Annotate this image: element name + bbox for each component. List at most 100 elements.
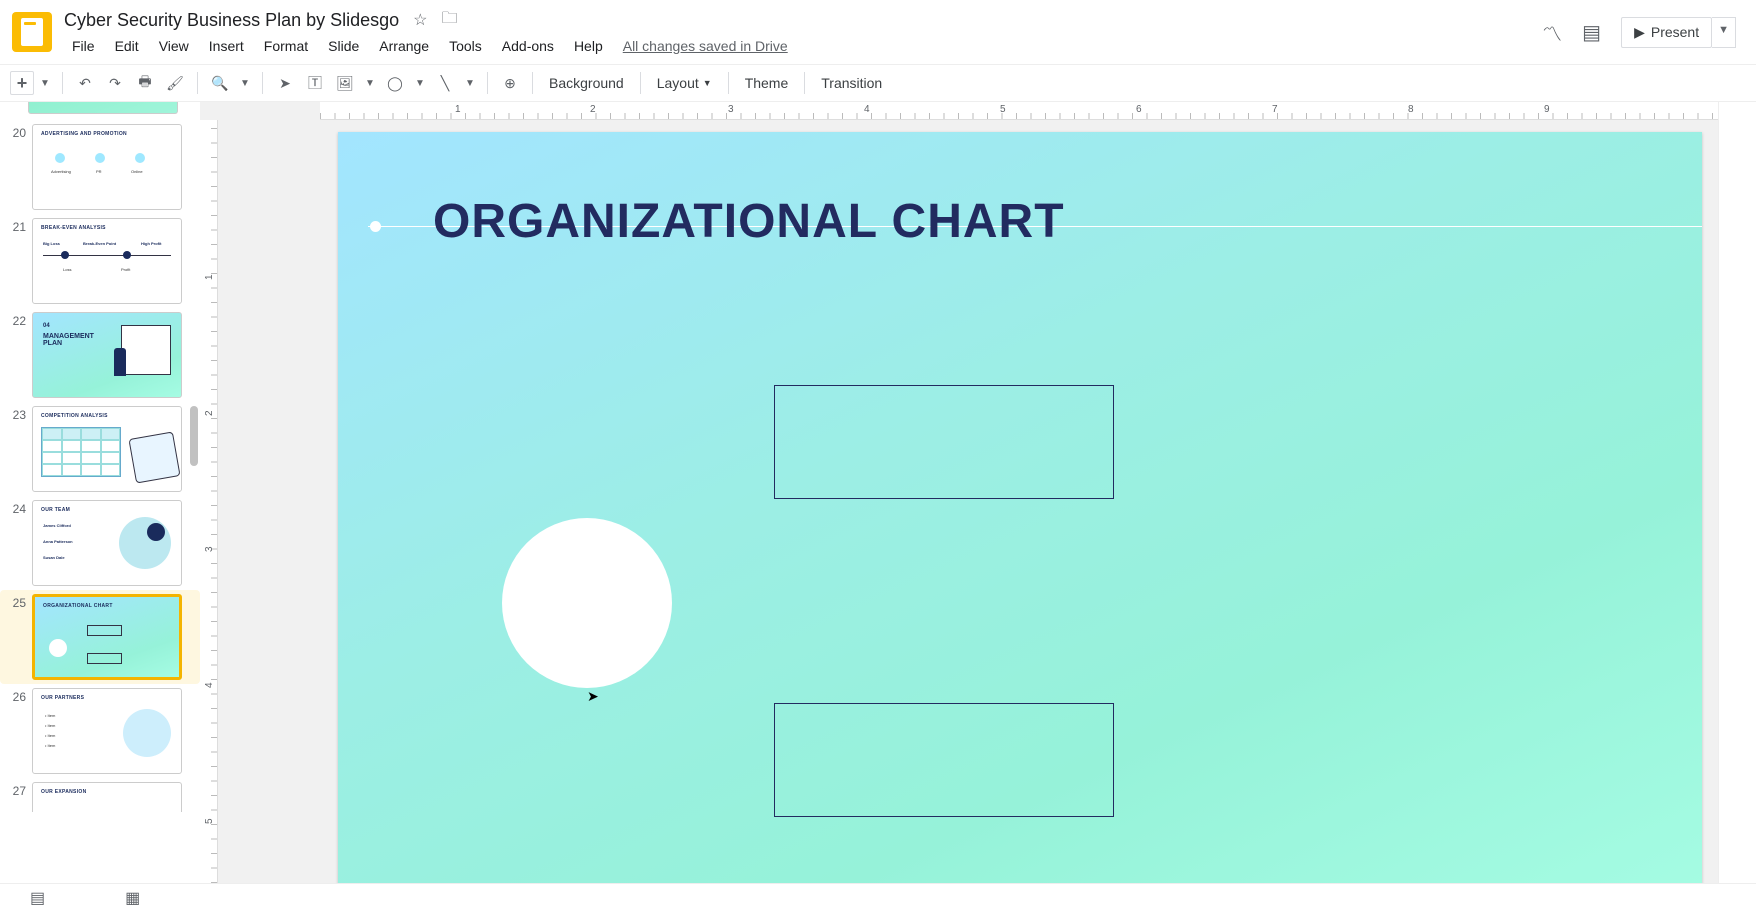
line-dropdown[interactable]: ▼ bbox=[461, 78, 479, 89]
paint-format-button[interactable]: 🖌 bbox=[161, 69, 189, 97]
slide-thumbnail-partial[interactable] bbox=[28, 102, 178, 114]
slide-canvas[interactable]: ORGANIZATIONAL CHART ➤ bbox=[338, 132, 1702, 883]
thumb-preview: OUR PARTNERS • Item • Item • Item • Item bbox=[32, 688, 182, 774]
slide-canvas-area[interactable]: 1 2 3 4 5 6 7 8 9 1 2 3 4 5 ORGANIZATION… bbox=[200, 102, 1718, 883]
thumb-preview: 04 MANAGEMENT PLAN bbox=[32, 312, 182, 398]
slide-thumbnail-26[interactable]: 26 OUR PARTNERS • Item • Item • Item • I… bbox=[0, 684, 200, 778]
theme-button[interactable]: Theme bbox=[737, 71, 797, 95]
slide-filmstrip[interactable]: 20 ADVERTISING AND PROMOTION Advertising… bbox=[0, 102, 200, 883]
menu-addons[interactable]: Add-ons bbox=[494, 36, 562, 56]
vertical-ruler: 1 2 3 4 5 bbox=[200, 120, 218, 883]
thumb-title: BREAK-EVEN ANALYSIS bbox=[41, 225, 106, 231]
comment-button[interactable]: ⊕ bbox=[496, 69, 524, 97]
background-button[interactable]: Background bbox=[541, 71, 632, 95]
menu-arrange[interactable]: Arrange bbox=[371, 36, 437, 56]
separator bbox=[804, 72, 805, 94]
slide-title[interactable]: ORGANIZATIONAL CHART bbox=[433, 194, 1065, 249]
filmstrip-view-icon[interactable]: ▤ bbox=[30, 888, 45, 908]
grid-view-icon[interactable]: ▦ bbox=[125, 888, 140, 908]
zoom-dropdown[interactable]: ▼ bbox=[236, 78, 254, 89]
header-right: 〽 ▤ ▶ Present ▼ bbox=[1542, 17, 1736, 48]
menu-view[interactable]: View bbox=[151, 36, 197, 56]
slide-thumbnail-27[interactable]: 27 OUR EXPANSION bbox=[0, 778, 200, 816]
slide-thumbnail-21[interactable]: 21 BREAK-EVEN ANALYSIS Big Loss Break-Ev… bbox=[0, 214, 200, 308]
thumb-number: 20 bbox=[4, 124, 26, 140]
thumb-number: 26 bbox=[4, 688, 26, 704]
textbox-tool[interactable]: 🅃 bbox=[301, 69, 329, 97]
image-dropdown[interactable]: ▼ bbox=[361, 78, 379, 89]
menu-help[interactable]: Help bbox=[566, 36, 611, 56]
slide-thumbnail-25[interactable]: 25 ORGANIZATIONAL CHART bbox=[0, 590, 200, 684]
menu-tools[interactable]: Tools bbox=[441, 36, 490, 56]
present-dropdown[interactable]: ▼ bbox=[1712, 17, 1736, 48]
print-button[interactable]: 🖶 bbox=[131, 69, 159, 97]
thumb-title: OUR PARTNERS bbox=[41, 695, 84, 701]
save-status[interactable]: All changes saved in Drive bbox=[623, 38, 788, 54]
org-chart-circle[interactable] bbox=[502, 518, 672, 688]
present-button[interactable]: ▶ Present bbox=[1621, 17, 1712, 48]
comments-icon[interactable]: ▤ bbox=[1582, 20, 1601, 45]
thumb-number: 21 bbox=[4, 218, 26, 234]
menu-bar: File Edit View Insert Format Slide Arran… bbox=[64, 34, 1542, 58]
present-play-icon: ▶ bbox=[1634, 24, 1645, 41]
slides-logo[interactable] bbox=[12, 12, 52, 52]
thumb-preview: ADVERTISING AND PROMOTION Advertising PR… bbox=[32, 124, 182, 210]
separator bbox=[532, 72, 533, 94]
org-chart-box-top[interactable] bbox=[774, 385, 1114, 499]
filmstrip-controls: ▤ ▦ bbox=[0, 883, 1756, 911]
thumb-number: 23 bbox=[4, 406, 26, 422]
separator bbox=[728, 72, 729, 94]
thumb-preview: BREAK-EVEN ANALYSIS Big Loss Break-Even … bbox=[32, 218, 182, 304]
org-chart-box-bottom[interactable] bbox=[774, 703, 1114, 817]
thumb-preview: ORGANIZATIONAL CHART bbox=[32, 594, 182, 680]
undo-button[interactable]: ↶ bbox=[71, 69, 99, 97]
toolbar: + ▼ ↶ ↷ 🖶 🖌 🔍 ▼ ➤ 🅃 🖼 ▼ ◯ ▼ ╲ ▼ ⊕ Backgr… bbox=[0, 64, 1756, 102]
thumb-number: 25 bbox=[4, 594, 26, 610]
filmstrip-scrollbar[interactable] bbox=[188, 106, 200, 879]
menu-file[interactable]: File bbox=[64, 36, 103, 56]
redo-button[interactable]: ↷ bbox=[101, 69, 129, 97]
separator bbox=[487, 72, 488, 94]
slide-thumbnail-22[interactable]: 22 04 MANAGEMENT PLAN bbox=[0, 308, 200, 402]
separator bbox=[262, 72, 263, 94]
separator bbox=[62, 72, 63, 94]
image-tool[interactable]: 🖼 bbox=[331, 69, 359, 97]
thumb-title: COMPETITION ANALYSIS bbox=[41, 413, 108, 419]
new-slide-button[interactable]: + bbox=[10, 71, 34, 95]
app-header: Cyber Security Business Plan by Slidesgo… bbox=[0, 0, 1756, 64]
transition-button[interactable]: Transition bbox=[813, 71, 890, 95]
present-label: Present bbox=[1651, 24, 1699, 40]
move-folder-icon[interactable]: 🗀 bbox=[442, 7, 458, 34]
new-slide-dropdown[interactable]: ▼ bbox=[36, 78, 54, 89]
slide-thumbnail-23[interactable]: 23 COMPETITION ANALYSIS bbox=[0, 402, 200, 496]
select-tool[interactable]: ➤ bbox=[271, 69, 299, 97]
slide-thumbnail-24[interactable]: 24 OUR TEAM James Clifford Anna Patterso… bbox=[0, 496, 200, 590]
menu-insert[interactable]: Insert bbox=[201, 36, 252, 56]
line-tool[interactable]: ╲ bbox=[431, 69, 459, 97]
star-icon[interactable]: ☆ bbox=[413, 10, 427, 30]
right-side-panel bbox=[1718, 102, 1756, 883]
mouse-cursor-icon: ➤ bbox=[587, 688, 599, 705]
title-area: Cyber Security Business Plan by Slidesgo… bbox=[64, 6, 1542, 58]
activity-icon[interactable]: 〽 bbox=[1542, 18, 1562, 47]
separator bbox=[640, 72, 641, 94]
shape-tool[interactable]: ◯ bbox=[381, 69, 409, 97]
thumb-number: 22 bbox=[4, 312, 26, 328]
document-title[interactable]: Cyber Security Business Plan by Slidesgo bbox=[64, 10, 399, 31]
layout-dropdown[interactable]: Layout▼ bbox=[649, 71, 720, 95]
zoom-button[interactable]: 🔍 bbox=[206, 69, 234, 97]
menu-edit[interactable]: Edit bbox=[107, 36, 147, 56]
thumb-title: ADVERTISING AND PROMOTION bbox=[41, 131, 127, 137]
scroll-thumb[interactable] bbox=[190, 406, 198, 466]
shape-dropdown[interactable]: ▼ bbox=[411, 78, 429, 89]
menu-format[interactable]: Format bbox=[256, 36, 316, 56]
main-area: 20 ADVERTISING AND PROMOTION Advertising… bbox=[0, 102, 1756, 883]
slide-thumbnail-20[interactable]: 20 ADVERTISING AND PROMOTION Advertising… bbox=[0, 120, 200, 214]
menu-slide[interactable]: Slide bbox=[320, 36, 367, 56]
separator bbox=[197, 72, 198, 94]
thumb-number: 27 bbox=[4, 782, 26, 798]
thumb-title: OUR EXPANSION bbox=[41, 789, 86, 795]
thumb-preview: COMPETITION ANALYSIS bbox=[32, 406, 182, 492]
horizontal-ruler: 1 2 3 4 5 6 7 8 9 bbox=[320, 102, 1718, 120]
title-bullet-icon bbox=[370, 221, 381, 232]
